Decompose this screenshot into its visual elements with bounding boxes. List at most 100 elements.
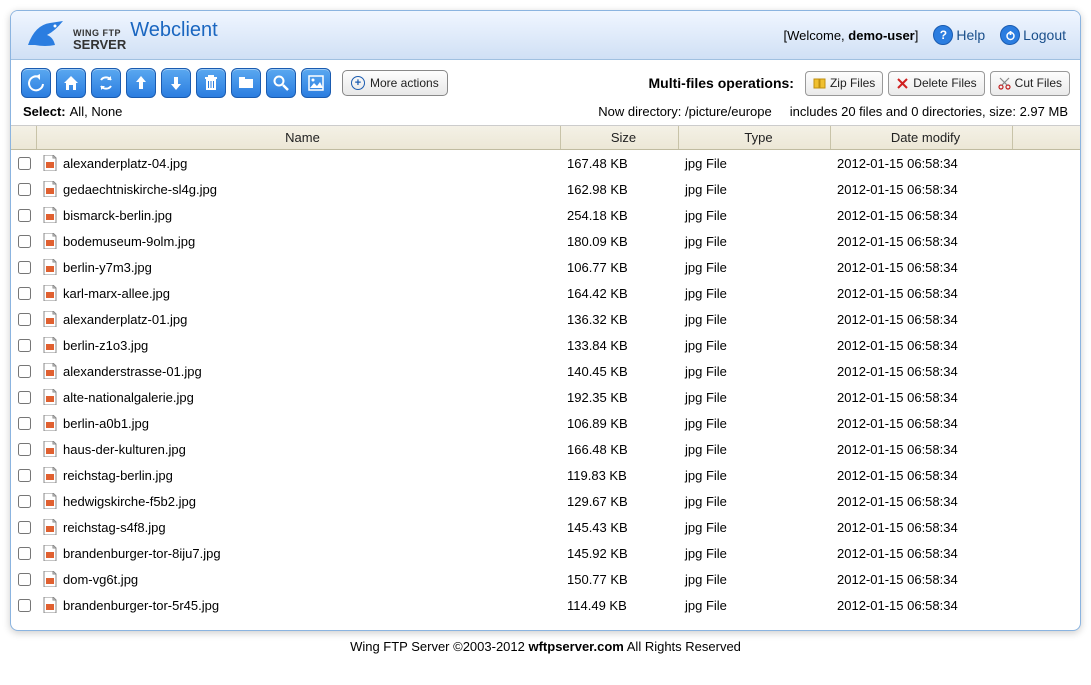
file-date: 2012-01-15 06:58:34 — [831, 494, 1013, 509]
file-name: karl-marx-allee.jpg — [63, 286, 170, 301]
file-date: 2012-01-15 06:58:34 — [831, 442, 1013, 457]
row-checkbox[interactable] — [18, 183, 31, 196]
file-type: jpg File — [679, 598, 831, 613]
file-size: 192.35 KB — [561, 390, 679, 405]
file-date: 2012-01-15 06:58:34 — [831, 208, 1013, 223]
table-row[interactable]: dom-vg6t.jpg150.77 KBjpg File2012-01-15 … — [11, 566, 1080, 592]
brand-webclient: Webclient — [130, 20, 217, 40]
table-row[interactable]: bismarck-berlin.jpg254.18 KBjpg File2012… — [11, 202, 1080, 228]
cut-files-button[interactable]: Cut Files — [990, 71, 1070, 96]
row-checkbox[interactable] — [18, 417, 31, 430]
search-button[interactable] — [266, 68, 296, 98]
col-name[interactable]: Name — [37, 126, 561, 149]
row-checkbox[interactable] — [18, 313, 31, 326]
table-row[interactable]: reichstag-s4f8.jpg145.43 KBjpg File2012-… — [11, 514, 1080, 540]
row-checkbox[interactable] — [18, 339, 31, 352]
new-folder-button[interactable] — [231, 68, 261, 98]
dir-summary: includes 20 files and 0 directories, siz… — [790, 104, 1068, 119]
header-right: [Welcome, demo-user] ? Help Logout — [784, 25, 1067, 45]
file-name: bismarck-berlin.jpg — [63, 208, 172, 223]
table-row[interactable]: haus-der-kulturen.jpg166.48 KBjpg File20… — [11, 436, 1080, 462]
table-row[interactable]: alexanderplatz-01.jpg136.32 KBjpg File20… — [11, 306, 1080, 332]
app-window: WING FTP SERVER Webclient [Welcome, demo… — [10, 10, 1081, 631]
table-row[interactable]: karl-marx-allee.jpg 164.42 KBjpg File2012… — [11, 280, 1080, 306]
row-checkbox[interactable] — [18, 521, 31, 534]
file-icon — [43, 337, 57, 353]
table-row[interactable]: reichstag-berlin.jpg119.83 KBjpg File201… — [11, 462, 1080, 488]
col-type[interactable]: Type — [679, 126, 831, 149]
select-none-link[interactable]: None — [91, 104, 122, 119]
col-size[interactable]: Size — [561, 126, 679, 149]
delete-button[interactable] — [196, 68, 226, 98]
table-row[interactable]: berlin-z1o3.jpg133.84 KBjpg File2012-01-… — [11, 332, 1080, 358]
home-button[interactable] — [56, 68, 86, 98]
row-checkbox[interactable] — [18, 157, 31, 170]
row-checkbox[interactable] — [18, 443, 31, 456]
delete-files-button[interactable]: Delete Files — [888, 71, 984, 96]
file-size: 145.43 KB — [561, 520, 679, 535]
row-checkbox[interactable] — [18, 599, 31, 612]
file-date: 2012-01-15 06:58:34 — [831, 286, 1013, 301]
file-name: dom-vg6t.jpg — [63, 572, 138, 587]
table-header: Name Size Type Date modify — [11, 126, 1080, 150]
file-name: brandenburger-tor-5r45.jpg — [63, 598, 219, 613]
zip-files-button[interactable]: Zip Files — [805, 71, 883, 96]
table-row[interactable]: alexanderplatz-04.jpg167.48 KBjpg File20… — [11, 150, 1080, 176]
more-actions-button[interactable]: + More actions — [342, 70, 448, 96]
row-checkbox[interactable] — [18, 287, 31, 300]
logout-icon — [1000, 25, 1020, 45]
row-checkbox[interactable] — [18, 261, 31, 274]
file-type: jpg File — [679, 234, 831, 249]
refresh-button[interactable] — [91, 68, 121, 98]
download-button[interactable] — [161, 68, 191, 98]
help-link[interactable]: ? Help — [933, 25, 985, 45]
file-date: 2012-01-15 06:58:34 — [831, 598, 1013, 613]
file-icon — [43, 259, 57, 275]
file-list[interactable]: alexanderplatz-04.jpg167.48 KBjpg File20… — [11, 150, 1080, 630]
file-icon — [43, 155, 57, 171]
table-row[interactable]: alte-nationalgalerie.jpg192.35 KBjpg Fil… — [11, 384, 1080, 410]
file-icon — [43, 493, 57, 509]
file-icon — [43, 467, 57, 483]
table-row[interactable]: brandenburger-tor-8iju7.jpg145.92 KBjpg … — [11, 540, 1080, 566]
file-type: jpg File — [679, 182, 831, 197]
col-date[interactable]: Date modify — [831, 126, 1013, 149]
logout-link[interactable]: Logout — [1000, 25, 1066, 45]
row-checkbox[interactable] — [18, 209, 31, 222]
file-icon — [43, 571, 57, 587]
table-row[interactable]: alexanderstrasse-01.jpg140.45 KBjpg File… — [11, 358, 1080, 384]
row-checkbox[interactable] — [18, 547, 31, 560]
row-checkbox[interactable] — [18, 469, 31, 482]
table-row[interactable]: berlin-a0b1.jpg106.89 KBjpg File2012-01-… — [11, 410, 1080, 436]
table-row[interactable]: gedaechtniskirche-sl4g.jpg162.98 KBjpg F… — [11, 176, 1080, 202]
file-type: jpg File — [679, 468, 831, 483]
file-type: jpg File — [679, 286, 831, 301]
file-type: jpg File — [679, 156, 831, 171]
footer-site: wftpserver.com — [528, 639, 623, 654]
row-checkbox[interactable] — [18, 391, 31, 404]
file-date: 2012-01-15 06:58:34 — [831, 338, 1013, 353]
table-row[interactable]: brandenburger-tor-5r45.jpg114.49 KBjpg F… — [11, 592, 1080, 618]
row-checkbox[interactable] — [18, 235, 31, 248]
select-all-link[interactable]: All — [70, 104, 84, 119]
upload-button[interactable] — [126, 68, 156, 98]
row-checkbox[interactable] — [18, 495, 31, 508]
row-checkbox[interactable] — [18, 573, 31, 586]
file-table: Name Size Type Date modify alexanderplat… — [11, 125, 1080, 630]
file-name: hedwigskirche-f5b2.jpg — [63, 494, 196, 509]
thumbnail-button[interactable] — [301, 68, 331, 98]
file-name: berlin-a0b1.jpg — [63, 416, 149, 431]
welcome-text: [Welcome, demo-user] — [784, 28, 919, 43]
table-row[interactable]: hedwigskirche-f5b2.jpg129.67 KBjpg File2… — [11, 488, 1080, 514]
file-icon — [43, 519, 57, 535]
file-size: 162.98 KB — [561, 182, 679, 197]
row-checkbox[interactable] — [18, 365, 31, 378]
file-icon — [43, 415, 57, 431]
file-icon — [43, 181, 57, 197]
back-button[interactable] — [21, 68, 51, 98]
table-row[interactable]: bodemuseum-9olm.jpg180.09 KBjpg File2012… — [11, 228, 1080, 254]
file-size: 164.42 KB — [561, 286, 679, 301]
header-bar: WING FTP SERVER Webclient [Welcome, demo… — [11, 11, 1080, 60]
table-row[interactable]: berlin-y7m3.jpg106.77 KBjpg File2012-01-… — [11, 254, 1080, 280]
zip-icon — [813, 77, 826, 90]
